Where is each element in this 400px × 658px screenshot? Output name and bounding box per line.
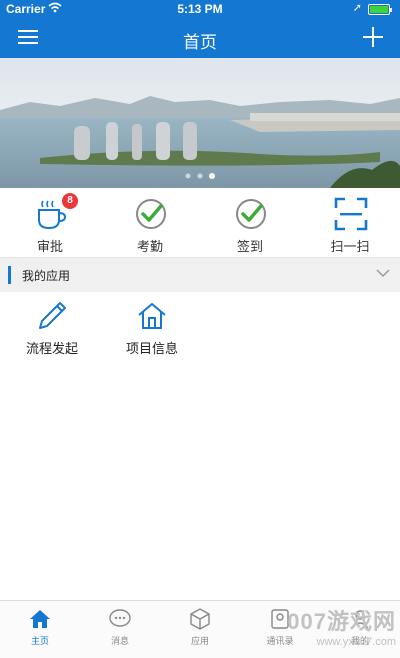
approval-button[interactable]: 8 审批 [0,188,100,258]
person-icon [351,610,369,629]
banner-carousel[interactable] [0,58,400,188]
cube-icon [190,608,210,630]
tab-bar: 主页 消息 应用 通讯录 我的 [0,600,400,658]
app-project-info[interactable]: 项目信息 [102,292,202,362]
tab-me[interactable]: 我的 [320,601,400,658]
status-time: 5:13 PM [177,2,223,16]
pen-icon [39,302,66,329]
scan-icon [334,197,368,231]
battery-icon [368,4,392,15]
nav-bar: 首页 [0,18,400,58]
section-title: 我的应用 [22,269,71,283]
chevron-down-icon[interactable] [376,268,390,278]
checkin-label: 签到 [236,239,263,254]
house-icon [138,303,166,329]
check-circle-icon [236,199,266,229]
apps-grid: 流程发起 项目信息 [0,292,400,600]
section-accent-bar [8,266,11,284]
add-icon[interactable] [362,26,384,48]
tab-home[interactable]: 主页 [0,601,80,658]
app-project-info-label: 项目信息 [125,341,178,356]
banner-image [0,58,400,188]
tab-contacts-label: 通讯录 [266,636,294,646]
tab-messages-label: 消息 [110,636,129,646]
app-start-process-label: 流程发起 [25,341,78,356]
my-apps-header[interactable]: 我的应用 [0,258,400,292]
contacts-icon [271,609,289,629]
quick-actions: 8 审批 考勤 签到 扫一扫 [0,188,400,258]
attendance-button[interactable]: 考勤 [100,188,200,258]
home-icon [30,610,50,628]
tab-me-label: 我的 [350,636,369,646]
check-circle-icon [136,199,166,229]
status-bar: Carrier 5:13 PM ➚ [0,0,400,18]
unread-badge: 8 [62,193,78,209]
attendance-label: 考勤 [136,239,163,254]
page-title: 首页 [183,33,217,52]
tab-messages[interactable]: 消息 [80,601,160,658]
location-arrow-icon: ➚ [352,2,362,14]
app-start-process[interactable]: 流程发起 [2,292,102,362]
tab-home-label: 主页 [30,636,49,646]
scan-label: 扫一扫 [330,239,370,254]
scan-button[interactable]: 扫一扫 [300,188,400,258]
chat-bubble-icon [109,609,131,627]
tab-apps[interactable]: 应用 [160,601,240,658]
tab-contacts[interactable]: 通讯录 [240,601,320,658]
approval-label: 审批 [36,239,63,254]
tab-apps-label: 应用 [190,636,209,646]
checkin-button[interactable]: 签到 [200,188,300,258]
